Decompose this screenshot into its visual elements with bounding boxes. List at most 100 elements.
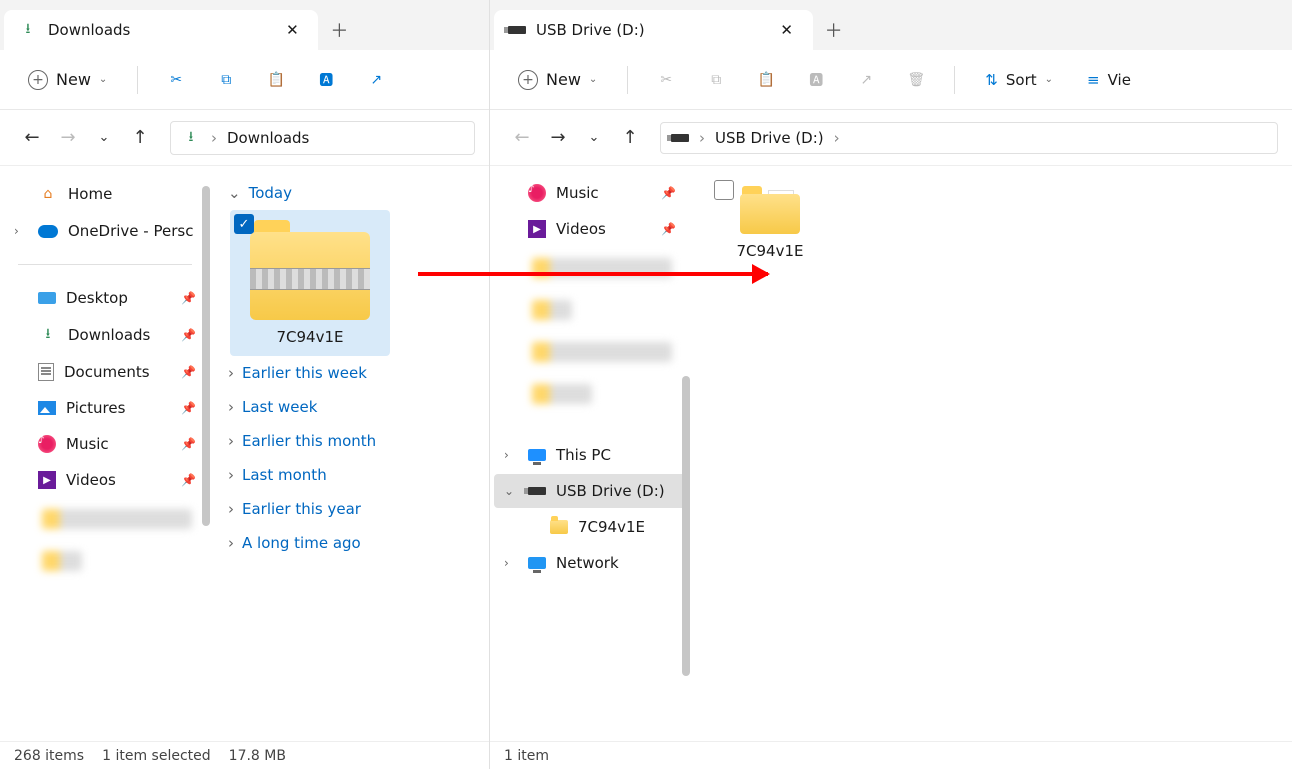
pin-icon: 📌 <box>661 186 676 200</box>
sidebar-item-network[interactable]: ›Network <box>494 546 686 580</box>
nav-recent[interactable]: ⌄ <box>576 120 612 156</box>
nav-forward[interactable]: → <box>540 120 576 156</box>
music-icon: ♪ <box>528 184 546 202</box>
sidebar-item-usb-child[interactable]: 7C94v1E <box>494 510 686 544</box>
chevron-right-icon: › <box>228 364 234 382</box>
share-button[interactable]: ↗ <box>848 62 884 98</box>
chevron-right-icon[interactable]: › <box>504 556 509 570</box>
nav-up[interactable]: ↑ <box>612 120 648 156</box>
group-label: Earlier this year <box>242 500 361 518</box>
sidebar-left: ⌂ Home › OneDrive - Persc Desktop📌 ⭳Down… <box>0 166 210 741</box>
group-label: Last week <box>242 398 317 416</box>
sidebar-item-pictures[interactable]: Pictures📌 <box>4 391 206 425</box>
group-today[interactable]: ⌄ Today <box>224 176 475 210</box>
paste-button[interactable]: 📋 <box>748 62 784 98</box>
sidebar-item-videos[interactable]: ▶Videos📌 <box>494 212 686 246</box>
group-earlier-month[interactable]: ›Earlier this month <box>224 424 475 458</box>
chevron-right-icon: › <box>699 129 705 147</box>
window-downloads: ⭳ Downloads ✕ ＋ + New ⌄ ✂ ⧉ 📋 🅰 ↗ ← → ⌄ … <box>0 0 490 769</box>
copy-icon: ⧉ <box>221 72 231 88</box>
file-item-zip[interactable]: ✓ 7C94v1E <box>230 210 390 356</box>
tab-usb-drive[interactable]: USB Drive (D:) ✕ <box>494 10 813 50</box>
sidebar-label: Videos <box>66 471 116 489</box>
clipboard-icon: 📋 <box>758 72 775 88</box>
status-selected: 1 item selected <box>102 748 211 764</box>
sidebar-item-downloads[interactable]: ⭳Downloads📌 <box>4 317 206 353</box>
nav-up[interactable]: ↑ <box>122 120 158 156</box>
file-item-folder[interactable]: 7C94v1E <box>710 176 830 270</box>
content-right[interactable]: 7C94v1E <box>690 166 1292 741</box>
close-icon[interactable]: ✕ <box>280 18 304 42</box>
close-icon[interactable]: ✕ <box>775 18 799 42</box>
folder-icon <box>740 186 800 234</box>
group-long-time-ago[interactable]: ›A long time ago <box>224 526 475 560</box>
view-label: Vie <box>1108 71 1131 89</box>
new-button[interactable]: + New ⌄ <box>508 64 607 96</box>
content-left[interactable]: ⌄ Today ✓ 7C94v1E ›Earlier this week ›La… <box>210 166 489 741</box>
blurred-item <box>532 300 572 320</box>
group-last-month[interactable]: ›Last month <box>224 458 475 492</box>
pin-icon: 📌 <box>181 328 196 342</box>
separator <box>137 66 138 94</box>
sidebar-item-music[interactable]: ♪Music📌 <box>494 176 686 210</box>
chevron-down-icon[interactable]: ⌄ <box>504 484 514 498</box>
sidebar-item-desktop[interactable]: Desktop📌 <box>4 281 206 315</box>
tab-downloads[interactable]: ⭳ Downloads ✕ <box>4 10 318 50</box>
checkbox-empty[interactable] <box>714 180 734 200</box>
separator <box>627 66 628 94</box>
nav-forward[interactable]: → <box>50 120 86 156</box>
pin-icon: 📌 <box>181 365 196 379</box>
desktop-icon <box>38 292 56 304</box>
pin-icon: 📌 <box>181 401 196 415</box>
sidebar-label: Home <box>68 185 112 203</box>
tab-title: Downloads <box>48 21 130 39</box>
address-bar-left[interactable]: ⭳ › Downloads <box>170 121 475 155</box>
group-earlier-year[interactable]: ›Earlier this year <box>224 492 475 526</box>
pin-icon: 📌 <box>181 291 196 305</box>
zip-folder-icon <box>250 220 370 320</box>
sidebar-item-music[interactable]: ♪Music📌 <box>4 427 206 461</box>
share-icon: ↗ <box>370 72 382 88</box>
sidebar-label: This PC <box>556 446 611 464</box>
copy-button[interactable]: ⧉ <box>698 62 734 98</box>
new-button[interactable]: + New ⌄ <box>18 64 117 96</box>
group-last-week[interactable]: ›Last week <box>224 390 475 424</box>
rename-button[interactable]: 🅰 <box>798 62 834 98</box>
sort-button[interactable]: ⇅ Sort ⌄ <box>975 65 1063 95</box>
usb-icon <box>671 134 689 142</box>
sidebar-item-home[interactable]: ⌂ Home <box>4 176 206 212</box>
sidebar-label: Documents <box>64 363 150 381</box>
divider <box>18 264 192 265</box>
share-button[interactable]: ↗ <box>358 62 394 98</box>
sidebar-item-videos[interactable]: ▶Videos📌 <box>4 463 206 497</box>
rename-button[interactable]: 🅰 <box>308 62 344 98</box>
paste-button[interactable]: 📋 <box>258 62 294 98</box>
cut-button[interactable]: ✂ <box>158 62 194 98</box>
sidebar-item-documents[interactable]: Documents 📌 <box>4 355 206 389</box>
group-earlier-week[interactable]: ›Earlier this week <box>224 356 475 390</box>
nav-back[interactable]: ← <box>504 120 540 156</box>
view-button[interactable]: ≡ Vie <box>1077 65 1141 95</box>
status-bar-left: 268 items 1 item selected 17.8 MB <box>0 741 489 769</box>
group-label: Last month <box>242 466 327 484</box>
sidebar-item-onedrive[interactable]: › OneDrive - Persc <box>4 214 206 248</box>
sidebar-label: USB Drive (D:) <box>556 482 665 500</box>
file-name: 7C94v1E <box>736 242 803 260</box>
tab-bar-right: USB Drive (D:) ✕ ＋ <box>490 0 1292 50</box>
delete-button[interactable]: 🗑 <box>898 62 934 98</box>
scrollbar[interactable] <box>202 186 210 526</box>
address-bar-right[interactable]: › USB Drive (D:) › <box>660 122 1278 154</box>
sidebar-item-usb-drive[interactable]: ⌄ USB Drive (D:) <box>494 474 686 508</box>
nav-recent[interactable]: ⌄ <box>86 120 122 156</box>
cut-button[interactable]: ✂ <box>648 62 684 98</box>
sidebar-item-this-pc[interactable]: › This PC <box>494 438 686 472</box>
new-tab-button[interactable]: ＋ <box>318 10 360 50</box>
chevron-right-icon[interactable]: › <box>14 224 19 238</box>
chevron-right-icon[interactable]: › <box>504 448 509 462</box>
folder-icon <box>550 520 568 534</box>
copy-button[interactable]: ⧉ <box>208 62 244 98</box>
scrollbar[interactable] <box>682 376 690 676</box>
nav-back[interactable]: ← <box>14 120 50 156</box>
new-tab-button[interactable]: ＋ <box>813 10 855 50</box>
separator <box>954 66 955 94</box>
